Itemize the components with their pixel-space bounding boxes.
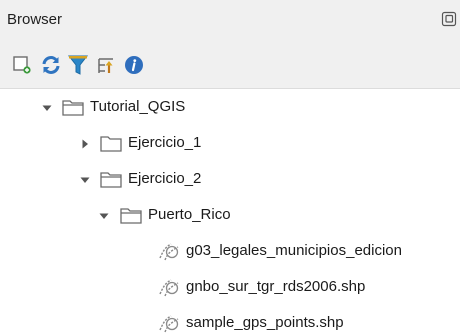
tree-item-label: g03_legales_municipios_edicion: [186, 242, 402, 259]
tree-item-label: gnbo_sur_tgr_rds2006.shp: [186, 278, 366, 295]
browser-toolbar: [0, 42, 460, 89]
tree-item-label: sample_gps_points.shp: [186, 314, 344, 331]
tree-item-tutorial-qgis[interactable]: Tutorial_QGIS: [0, 89, 460, 125]
filter-icon[interactable]: [66, 53, 90, 77]
tree-item-label: Tutorial_QGIS: [90, 98, 186, 115]
info-icon[interactable]: [122, 53, 146, 77]
tree-item-label: Ejercicio_2: [128, 170, 202, 187]
panel-title: Browser: [7, 11, 63, 28]
refresh-icon[interactable]: [39, 53, 63, 77]
expand-arrow-down-icon[interactable]: [98, 209, 110, 221]
tree-item-layer[interactable]: gnbo_sur_tgr_rds2006.shp: [0, 269, 460, 305]
collapse-all-icon[interactable]: [94, 53, 118, 77]
tree-item-puerto-rico[interactable]: Puerto_Rico: [0, 197, 460, 233]
float-dock-icon[interactable]: [441, 11, 457, 27]
expand-arrow-down-icon[interactable]: [79, 173, 91, 185]
tree-item-label: Puerto_Rico: [148, 206, 231, 223]
folder-open-icon: [118, 202, 144, 228]
browser-panel: Browser Tutorial_QGIS Ejercicio_1 Ejerci…: [0, 0, 460, 333]
line-layer-icon: [156, 310, 182, 333]
folder-open-icon: [60, 94, 86, 120]
line-layer-icon: [156, 274, 182, 300]
tree-item-ejercicio-2[interactable]: Ejercicio_2: [0, 161, 460, 197]
tree-item-layer[interactable]: sample_gps_points.shp: [0, 305, 460, 333]
tree-item-layer[interactable]: g03_legales_municipios_edicion: [0, 233, 460, 269]
tree-item-ejercicio-1[interactable]: Ejercicio_1: [0, 125, 460, 161]
expand-arrow-right-icon[interactable]: [79, 137, 91, 149]
browser-tree: Tutorial_QGIS Ejercicio_1 Ejercicio_2 Pu…: [0, 89, 460, 333]
expand-arrow-down-icon[interactable]: [41, 101, 53, 113]
panel-titlebar: Browser: [0, 0, 460, 43]
folder-icon: [98, 130, 124, 156]
add-selected-layers-icon[interactable]: [10, 53, 34, 77]
folder-open-icon: [98, 166, 124, 192]
line-layer-icon: [156, 238, 182, 264]
tree-item-label: Ejercicio_1: [128, 134, 202, 151]
